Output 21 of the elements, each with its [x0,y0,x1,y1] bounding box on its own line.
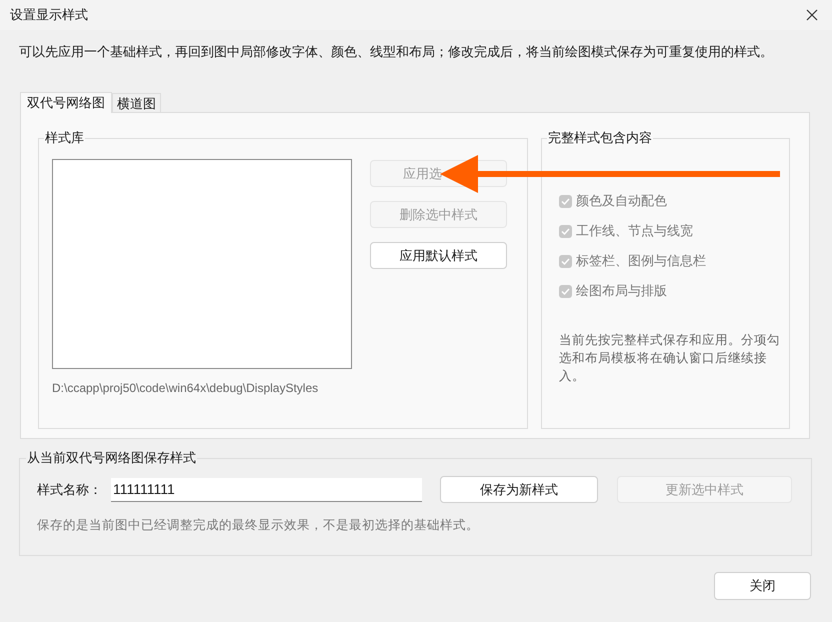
style-list[interactable] [52,159,352,369]
tab[interactable]: 横道图 [112,93,161,112]
note-text: 当前先按完整样式保存和应用。分项勾选和布局模板将在确认窗口后继续接入。 [559,332,781,385]
hint-text: 保存的是当前图中已经调整完成的最终显示效果，不是最初选择的基础样式。 [37,517,480,534]
group-title: 完整样式包含内容 [547,130,653,146]
folder-path: D:\ccapp\proj50\code\win64x\debug\DisplayStyles [52,380,320,397]
window-title: 设置显示样式 [10,6,89,24]
description-text: 可以先应用一个基础样式，再回到图中局部修改字体、颜色、线型和布局；修改完成后，将当前绘图模式保存为可重复使用的样式。 [19,43,774,61]
group-title: 从当前双代号网络图保存样式 [26,450,197,466]
action-button[interactable]: 保存为新样式 [440,476,598,503]
close-dialog-button[interactable]: 关闭 [714,572,811,600]
group-title: 样式库 [44,130,85,146]
option-label: 标签栏、图例与信息栏 [576,252,706,270]
option-label: 工作线、节点与线宽 [576,222,693,240]
action-button[interactable]: 应用默认样式 [370,242,507,269]
option-label: 颜色及自动配色 [576,192,667,210]
field-label: 样式名称： [37,480,103,499]
style-name-field[interactable]: 111111111 [111,478,422,502]
option-label: 绘图布局与排版 [576,282,667,300]
close-icon [806,9,818,21]
tab[interactable]: 双代号网络图 [20,92,112,113]
